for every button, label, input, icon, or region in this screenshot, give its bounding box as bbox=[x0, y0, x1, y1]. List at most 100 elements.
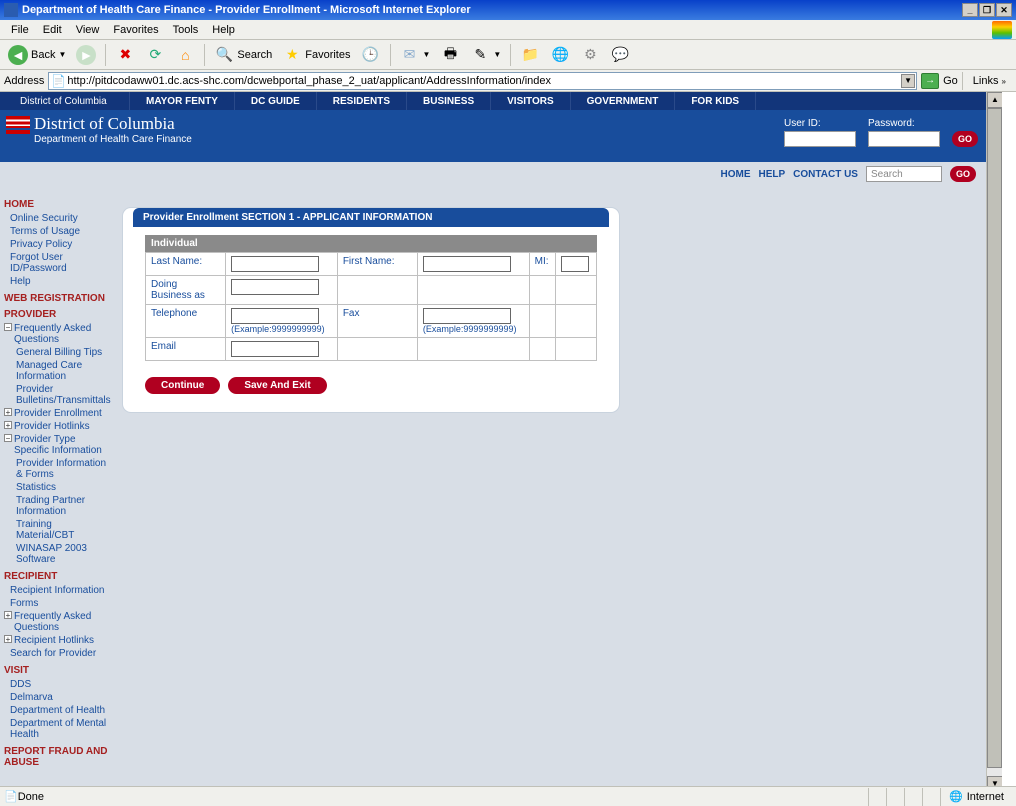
sb-terms[interactable]: Terms of Usage bbox=[4, 225, 111, 238]
sb-visit-heading[interactable]: VISIT bbox=[4, 665, 111, 676]
browser-viewport: District of Columbia MAYOR FENTY DC GUID… bbox=[0, 92, 1002, 792]
history-button[interactable]: 🕒 bbox=[357, 43, 385, 67]
sb-recipient-faq[interactable]: + Frequently Asked Questions bbox=[4, 610, 111, 634]
vertical-scrollbar[interactable]: ▲ ▼ bbox=[986, 92, 1002, 792]
folder-button[interactable]: 📁 bbox=[516, 43, 544, 67]
tool-button-1[interactable]: ⚙ bbox=[576, 43, 604, 67]
subnav-help[interactable]: HELP bbox=[759, 169, 786, 180]
topnav-business[interactable]: BUSINESS bbox=[407, 92, 491, 110]
subnav-contact[interactable]: CONTACT US bbox=[793, 169, 858, 180]
password-input[interactable] bbox=[868, 131, 940, 147]
login-go-button[interactable]: GO bbox=[952, 131, 978, 147]
topnav-mayor[interactable]: MAYOR FENTY bbox=[130, 92, 235, 110]
site-banner: District of Columbia Department of Healt… bbox=[0, 110, 986, 162]
mail-button[interactable]: ✉▼ bbox=[396, 43, 435, 67]
collapse-icon[interactable]: − bbox=[4, 434, 12, 442]
menu-tools[interactable]: Tools bbox=[166, 22, 206, 38]
menu-help[interactable]: Help bbox=[205, 22, 242, 38]
status-internet: Internet bbox=[967, 791, 1004, 803]
restore-button[interactable]: ❐ bbox=[979, 3, 995, 17]
sb-report-heading[interactable]: REPORT FRAUD AND ABUSE bbox=[4, 746, 111, 768]
topnav-dcguide[interactable]: DC GUIDE bbox=[235, 92, 317, 110]
topnav-government[interactable]: GOVERNMENT bbox=[571, 92, 676, 110]
sb-winasap[interactable]: WINASAP 2003 Software bbox=[4, 542, 111, 566]
expand-icon[interactable]: + bbox=[4, 408, 12, 416]
sb-training[interactable]: Training Material/CBT bbox=[4, 518, 111, 542]
sb-dmh[interactable]: Department of Mental Health bbox=[4, 717, 111, 741]
sb-search-provider[interactable]: Search for Provider bbox=[4, 647, 111, 660]
sb-forgot[interactable]: Forgot User ID/Password bbox=[4, 251, 111, 275]
address-dropdown[interactable]: ▼ bbox=[901, 74, 915, 88]
print-button[interactable]: 🖶 bbox=[436, 43, 464, 67]
tool-button-2[interactable]: 💬 bbox=[606, 43, 634, 67]
expand-icon[interactable]: + bbox=[4, 611, 12, 619]
back-button[interactable]: ◄ Back ▼ bbox=[4, 43, 70, 67]
sb-provider-heading[interactable]: PROVIDER bbox=[4, 309, 111, 320]
expand-icon[interactable]: + bbox=[4, 421, 12, 429]
telephone-input[interactable] bbox=[231, 308, 319, 324]
menu-view[interactable]: View bbox=[69, 22, 107, 38]
go-button[interactable]: → bbox=[921, 73, 939, 89]
menu-edit[interactable]: Edit bbox=[36, 22, 69, 38]
continue-button[interactable]: Continue bbox=[145, 377, 220, 394]
save-exit-button[interactable]: Save And Exit bbox=[228, 377, 326, 394]
sb-recipient-forms[interactable]: Forms bbox=[4, 597, 111, 610]
sb-managed-care[interactable]: Managed Care Information bbox=[4, 359, 111, 383]
sb-billing-tips[interactable]: General Billing Tips bbox=[4, 346, 111, 359]
close-button[interactable]: ✕ bbox=[996, 3, 1012, 17]
back-dropdown-icon[interactable]: ▼ bbox=[58, 50, 66, 59]
globe-button[interactable]: 🌐 bbox=[546, 43, 574, 67]
favorites-button[interactable]: ★ Favorites bbox=[278, 43, 354, 67]
sb-trading[interactable]: Trading Partner Information bbox=[4, 494, 111, 518]
sb-provider-type[interactable]: − Provider Type Specific Information bbox=[4, 433, 111, 457]
topnav-dc[interactable]: District of Columbia bbox=[0, 92, 130, 110]
sb-help[interactable]: Help bbox=[4, 275, 111, 288]
scroll-thumb[interactable] bbox=[987, 108, 1002, 768]
mi-input[interactable] bbox=[561, 256, 589, 272]
sb-bulletins[interactable]: Provider Bulletins/Transmittals bbox=[4, 383, 111, 407]
search-button[interactable]: 🔍 Search bbox=[210, 43, 276, 67]
fax-input[interactable] bbox=[423, 308, 511, 324]
refresh-button[interactable]: ⟳ bbox=[141, 43, 169, 67]
sb-recipient-hotlinks[interactable]: + Recipient Hotlinks bbox=[4, 634, 111, 647]
expand-icon[interactable]: + bbox=[4, 635, 12, 643]
userid-input[interactable] bbox=[784, 131, 856, 147]
sb-provider-hotlinks[interactable]: + Provider Hotlinks bbox=[4, 420, 111, 433]
minimize-button[interactable]: _ bbox=[962, 3, 978, 17]
sb-privacy[interactable]: Privacy Policy bbox=[4, 238, 111, 251]
topnav-forkids[interactable]: FOR KIDS bbox=[675, 92, 756, 110]
email-input[interactable] bbox=[231, 341, 319, 357]
forward-button[interactable]: ► bbox=[72, 43, 100, 67]
sb-delmarva[interactable]: Delmarva bbox=[4, 691, 111, 704]
menu-file[interactable]: File bbox=[4, 22, 36, 38]
subnav-home[interactable]: HOME bbox=[721, 169, 751, 180]
sb-recipient-heading[interactable]: RECIPIENT bbox=[4, 571, 111, 582]
last-name-input[interactable] bbox=[231, 256, 319, 272]
sb-doh[interactable]: Department of Health bbox=[4, 704, 111, 717]
collapse-icon[interactable]: − bbox=[4, 323, 12, 331]
edit-button[interactable]: ✎▼ bbox=[466, 43, 505, 67]
address-input[interactable] bbox=[48, 72, 917, 90]
topnav-residents[interactable]: RESIDENTS bbox=[317, 92, 407, 110]
topnav-visitors[interactable]: VISITORS bbox=[491, 92, 571, 110]
sb-online-security[interactable]: Online Security bbox=[4, 212, 111, 225]
sb-webreg-heading[interactable]: WEB REGISTRATION bbox=[4, 293, 111, 304]
site-search-input[interactable] bbox=[866, 166, 942, 182]
sb-recipient-info[interactable]: Recipient Information bbox=[4, 584, 111, 597]
links-button[interactable]: Links » bbox=[967, 75, 1012, 87]
sb-provider-info[interactable]: Provider Information & Forms bbox=[4, 457, 111, 481]
sb-home-heading[interactable]: HOME bbox=[4, 199, 111, 210]
menu-favorites[interactable]: Favorites bbox=[106, 22, 165, 38]
applicant-form-table: Last Name: First Name: MI: Doing Busines… bbox=[145, 252, 597, 361]
stop-button[interactable]: ✖ bbox=[111, 43, 139, 67]
home-button[interactable]: ⌂ bbox=[171, 43, 199, 67]
first-name-input[interactable] bbox=[423, 256, 511, 272]
site-search-go[interactable]: GO bbox=[950, 166, 976, 182]
sb-statistics[interactable]: Statistics bbox=[4, 481, 111, 494]
sb-provider-enrollment[interactable]: + Provider Enrollment bbox=[4, 407, 111, 420]
scroll-up-button[interactable]: ▲ bbox=[987, 92, 1002, 108]
dba-input[interactable] bbox=[231, 279, 319, 295]
sb-dds[interactable]: DDS bbox=[4, 678, 111, 691]
banner-title: District of Columbia bbox=[34, 114, 175, 134]
sb-provider-faq[interactable]: − Frequently Asked Questions bbox=[4, 322, 111, 346]
